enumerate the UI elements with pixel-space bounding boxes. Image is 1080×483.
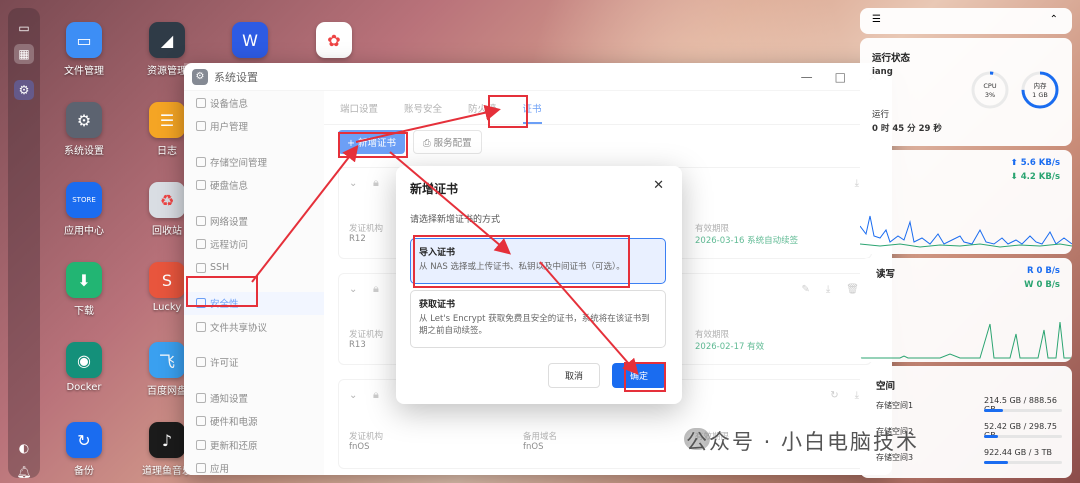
arrow-import-to-confirm (539, 261, 639, 376)
annotation-arrows (251, 104, 639, 376)
arrow-add-to-tab (355, 104, 501, 143)
watermark: 公众号 · 小白电脑技术 (686, 430, 920, 454)
arrow-add-to-import (389, 151, 512, 255)
arrow-security-to-add (251, 144, 359, 283)
